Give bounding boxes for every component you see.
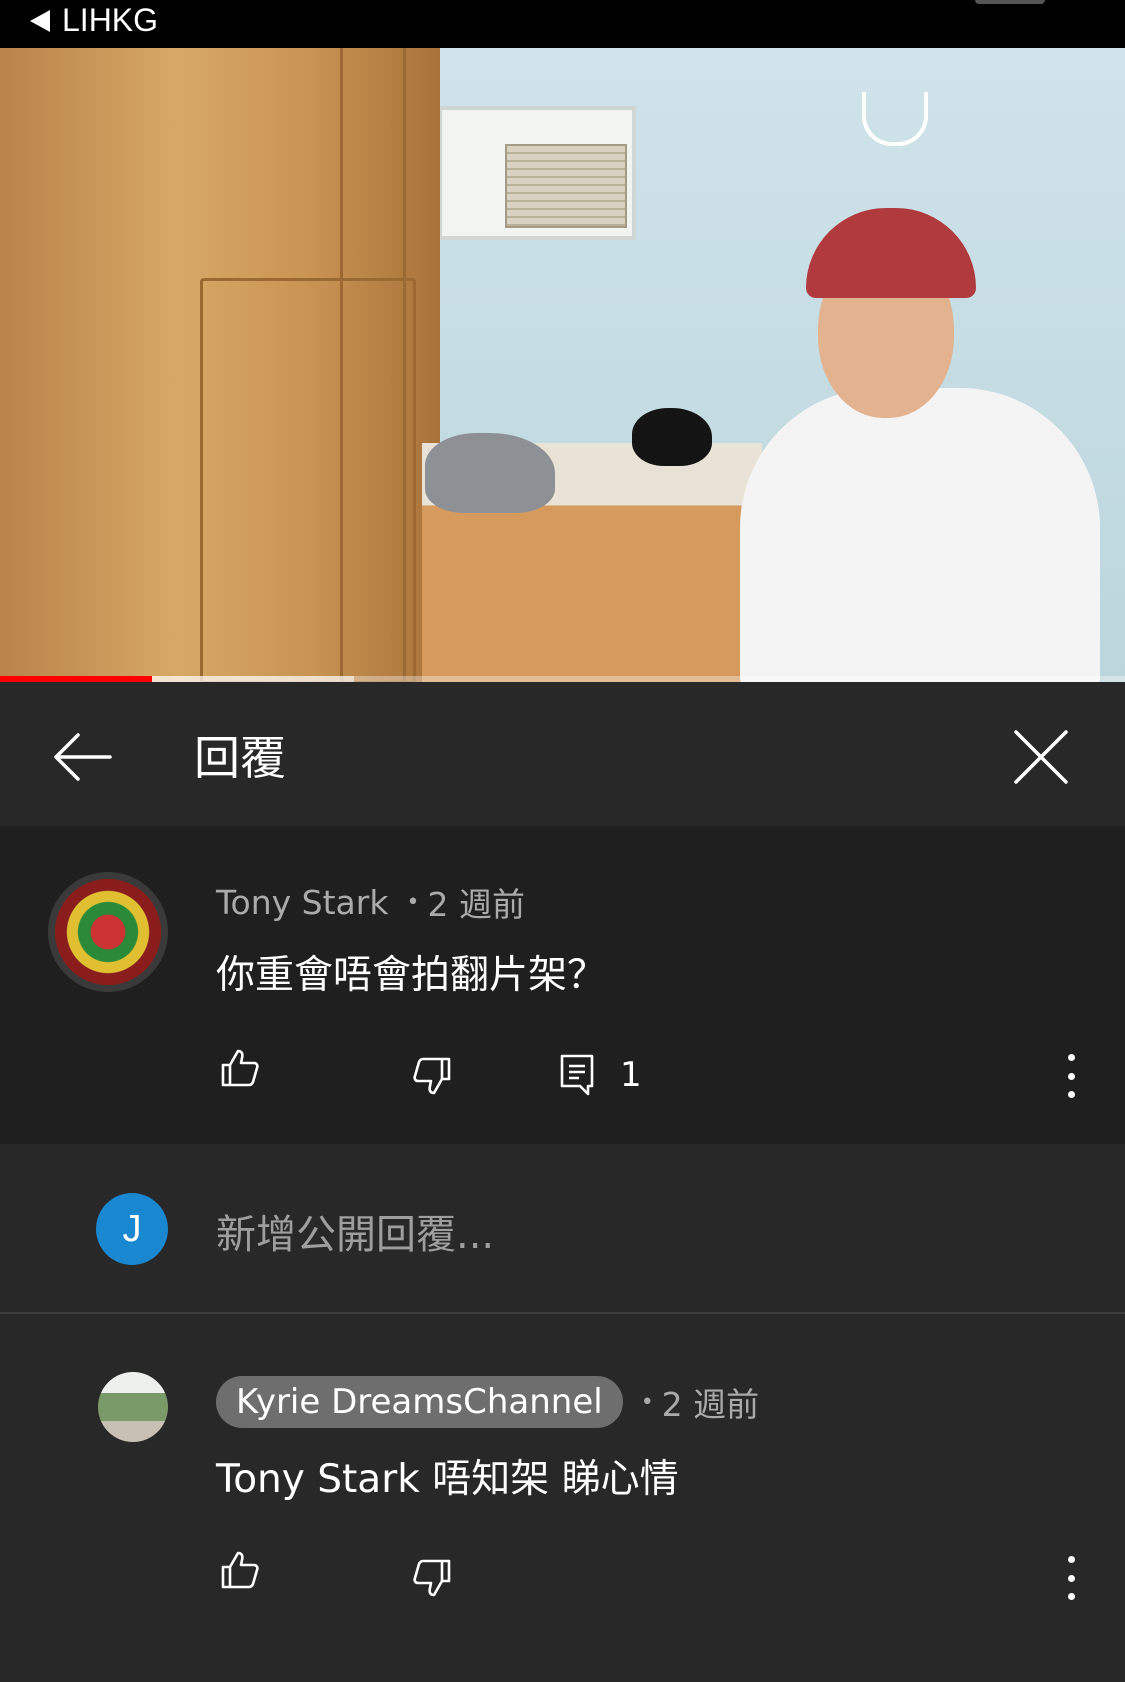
status-indicator <box>975 0 1045 4</box>
add-reply-input[interactable]: 新增公開回覆... <box>216 1202 494 1260</box>
meta-separator: • <box>406 889 420 915</box>
back-app-label: LIHKG <box>62 2 159 38</box>
video-person <box>740 388 1100 682</box>
replies-title: 回覆 <box>194 731 286 785</box>
thumbs-down-icon <box>413 1559 451 1597</box>
video-air-conditioner <box>505 144 627 228</box>
meta-separator: • <box>640 1389 654 1415</box>
video-wardrobe <box>0 48 440 682</box>
thumbs-down-icon <box>413 1057 451 1095</box>
status-bar: LIHKG <box>0 0 1125 48</box>
back-to-app-button[interactable]: LIHKG <box>30 2 158 39</box>
comment-text: Tony Stark 唔知架 睇心情 <box>216 1457 679 1502</box>
comment-author[interactable]: Tony Stark <box>216 883 388 922</box>
comment-icon <box>560 1054 594 1096</box>
replies-header: 回覆 <box>0 682 1125 826</box>
add-reply-row[interactable]: J 新增公開回覆... <box>0 1144 1125 1314</box>
more-options-icon[interactable] <box>1059 1556 1083 1600</box>
creator-chip[interactable]: Kyrie DreamsChannel <box>216 1376 623 1428</box>
comment-meta: Kyrie DreamsChannel • 2 週前 <box>216 1376 759 1428</box>
comment-text: 你重會唔會拍翻片架？ <box>216 953 607 998</box>
reply-comment: Kyrie DreamsChannel • 2 週前 Tony Stark 唔知… <box>0 1314 1125 1682</box>
back-arrow-icon[interactable] <box>52 726 114 788</box>
reply-count-button[interactable]: 1 <box>560 1054 642 1096</box>
video-blanket <box>425 433 555 513</box>
comment-meta: Tony Stark • 2 週前 <box>216 878 525 926</box>
dislike-button[interactable] <box>412 1558 452 1598</box>
video-plush-bear <box>632 408 712 466</box>
video-player[interactable] <box>0 48 1125 682</box>
reply-count: 1 <box>620 1055 642 1095</box>
video-basketball-hoop <box>862 92 928 146</box>
parent-comment: Tony Stark • 2 週前 你重會唔會拍翻片架？ 1 <box>0 826 1125 1144</box>
avatar[interactable] <box>48 872 168 992</box>
comment-time: 2 週前 <box>661 1385 760 1424</box>
close-icon[interactable] <box>1010 726 1072 788</box>
thumbs-up-icon <box>221 1551 259 1589</box>
like-button[interactable] <box>220 1550 260 1590</box>
like-button[interactable] <box>220 1048 260 1088</box>
comment-time: 2 週前 <box>427 885 525 924</box>
back-triangle-icon <box>30 9 50 32</box>
dislike-button[interactable] <box>412 1056 452 1096</box>
avatar[interactable] <box>98 1372 168 1442</box>
user-avatar: J <box>96 1193 168 1265</box>
more-options-icon[interactable] <box>1059 1054 1083 1098</box>
thumbs-up-icon <box>221 1049 259 1087</box>
